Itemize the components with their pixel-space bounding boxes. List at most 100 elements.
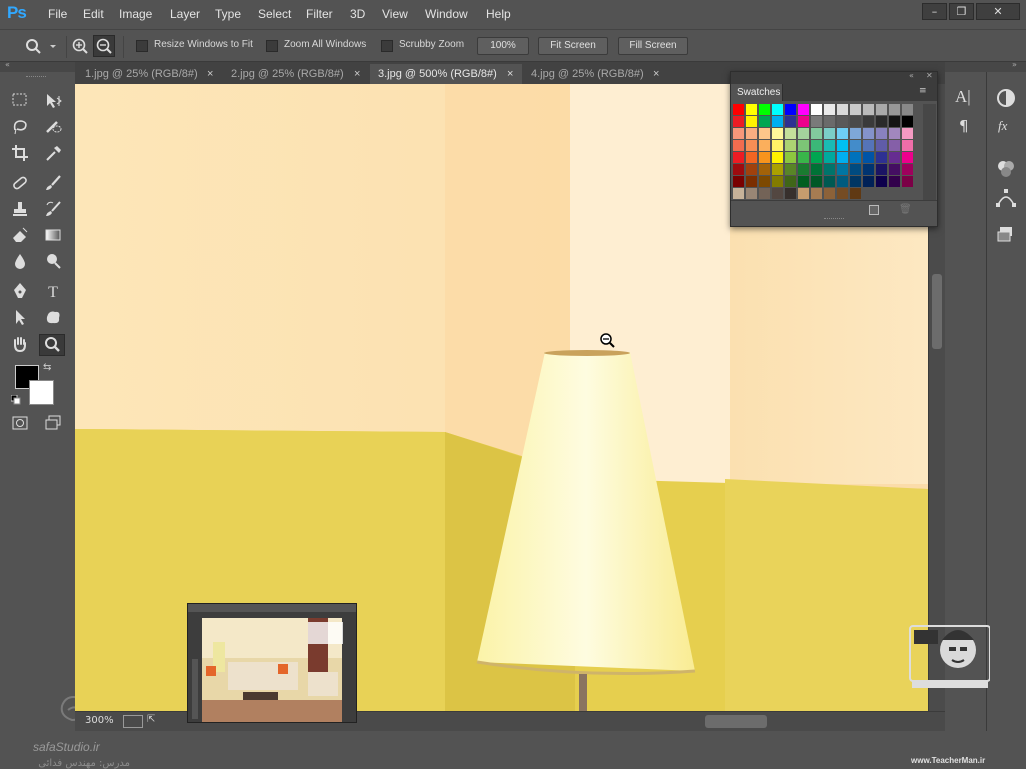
swatch[interactable] <box>889 116 900 127</box>
tab-swatches[interactable]: Swatches <box>731 84 783 101</box>
swatch[interactable] <box>759 176 770 187</box>
scrubby-zoom-checkbox[interactable] <box>381 40 393 52</box>
custom-shape-tool[interactable] <box>40 308 66 330</box>
swatch[interactable] <box>798 104 809 115</box>
swatch[interactable] <box>772 152 783 163</box>
swatch[interactable] <box>759 164 770 175</box>
swatch[interactable] <box>811 140 822 151</box>
swatch[interactable] <box>850 116 861 127</box>
swatch[interactable] <box>889 164 900 175</box>
swatch[interactable] <box>889 104 900 115</box>
swatch[interactable] <box>889 140 900 151</box>
menu-type[interactable]: Type <box>215 7 241 21</box>
swatch[interactable] <box>798 140 809 151</box>
fill-screen-button[interactable]: Fill Screen <box>618 37 688 55</box>
swatch[interactable] <box>863 128 874 139</box>
swatch[interactable] <box>837 140 848 151</box>
swatch[interactable] <box>863 140 874 151</box>
menu-filter[interactable]: Filter <box>306 7 333 21</box>
swatch[interactable] <box>824 152 835 163</box>
menu-image[interactable]: Image <box>119 7 152 21</box>
swatch[interactable] <box>876 140 887 151</box>
swatch[interactable] <box>785 128 796 139</box>
actual-pixels-button[interactable]: 100% <box>477 37 529 55</box>
swatch[interactable] <box>876 152 887 163</box>
swatch[interactable] <box>733 188 744 199</box>
swatch[interactable] <box>876 104 887 115</box>
zoom-tool-preset-picker[interactable] <box>22 36 62 56</box>
swatch[interactable] <box>837 152 848 163</box>
zoom-out-button[interactable] <box>93 35 115 57</box>
swatch[interactable] <box>850 188 861 199</box>
swatches-panel-header[interactable]: « ✕ <box>731 71 937 84</box>
trash-icon[interactable]: 🗑 <box>899 204 912 215</box>
swatch[interactable] <box>902 128 913 139</box>
swatch[interactable] <box>837 104 848 115</box>
swatch[interactable] <box>811 152 822 163</box>
swatch[interactable] <box>824 116 835 127</box>
healing-brush-tool[interactable] <box>7 174 33 196</box>
swatch[interactable] <box>746 116 757 127</box>
swatch[interactable] <box>746 164 757 175</box>
swatch[interactable] <box>902 176 913 187</box>
swatch[interactable] <box>785 152 796 163</box>
clone-stamp-tool[interactable] <box>7 200 33 222</box>
menu-file[interactable]: File <box>48 7 67 21</box>
paragraph-panel-icon[interactable]: ¶ <box>959 117 969 135</box>
swatch[interactable] <box>824 176 835 187</box>
swatch[interactable] <box>876 164 887 175</box>
swatch[interactable] <box>772 104 783 115</box>
swatch[interactable] <box>824 128 835 139</box>
paths-panel-icon[interactable] <box>995 187 1017 209</box>
swatch[interactable] <box>811 188 822 199</box>
swatch[interactable] <box>902 140 913 151</box>
swatch[interactable] <box>746 188 757 199</box>
swatch[interactable] <box>902 152 913 163</box>
swatch[interactable] <box>733 176 744 187</box>
swatch[interactable] <box>850 104 861 115</box>
fit-screen-button[interactable]: Fit Screen <box>538 37 608 55</box>
swatch[interactable] <box>746 128 757 139</box>
swatch[interactable] <box>746 176 757 187</box>
swatch[interactable] <box>772 164 783 175</box>
eyedropper-tool[interactable] <box>40 144 66 166</box>
swatch[interactable] <box>889 176 900 187</box>
hand-tool[interactable] <box>7 335 33 357</box>
default-colors-icon[interactable] <box>10 394 21 405</box>
swatch[interactable] <box>863 116 874 127</box>
brush-tool[interactable] <box>40 174 66 196</box>
swatch[interactable] <box>785 164 796 175</box>
menu-layer[interactable]: Layer <box>170 7 200 21</box>
swatch[interactable] <box>733 164 744 175</box>
adjustments-panel-icon[interactable] <box>995 87 1017 109</box>
swatch[interactable] <box>863 104 874 115</box>
zoom-all-windows-checkbox[interactable] <box>266 40 278 52</box>
tab-1-close-icon[interactable]: × <box>207 64 213 84</box>
swatch[interactable] <box>863 152 874 163</box>
dock-header[interactable]: » <box>945 60 1026 72</box>
swatch[interactable] <box>772 188 783 199</box>
menu-3d[interactable]: 3D <box>350 7 365 21</box>
swatch[interactable] <box>759 104 770 115</box>
swatch[interactable] <box>863 164 874 175</box>
tab-2-close-icon[interactable]: × <box>354 64 360 84</box>
swatch[interactable] <box>759 116 770 127</box>
swatch[interactable] <box>746 152 757 163</box>
swatch[interactable] <box>733 128 744 139</box>
swatch[interactable] <box>850 140 861 151</box>
path-selection-tool[interactable] <box>7 308 33 330</box>
swatch-scrollbar[interactable] <box>923 104 936 200</box>
swatch[interactable] <box>811 116 822 127</box>
swatch[interactable] <box>811 164 822 175</box>
tab-2[interactable]: 2.jpg @ 25% (RGB/8#) × <box>223 64 369 84</box>
swatch[interactable] <box>759 188 770 199</box>
type-tool[interactable]: T <box>40 282 66 304</box>
swatch[interactable] <box>863 176 874 187</box>
share-icon[interactable]: ⇱ <box>147 714 161 728</box>
move-tool[interactable] <box>40 92 66 114</box>
restore-button[interactable]: ❐ <box>949 3 974 20</box>
swatch[interactable] <box>811 176 822 187</box>
swatch[interactable] <box>902 104 913 115</box>
gradient-tool[interactable] <box>40 226 66 248</box>
swatch[interactable] <box>850 176 861 187</box>
